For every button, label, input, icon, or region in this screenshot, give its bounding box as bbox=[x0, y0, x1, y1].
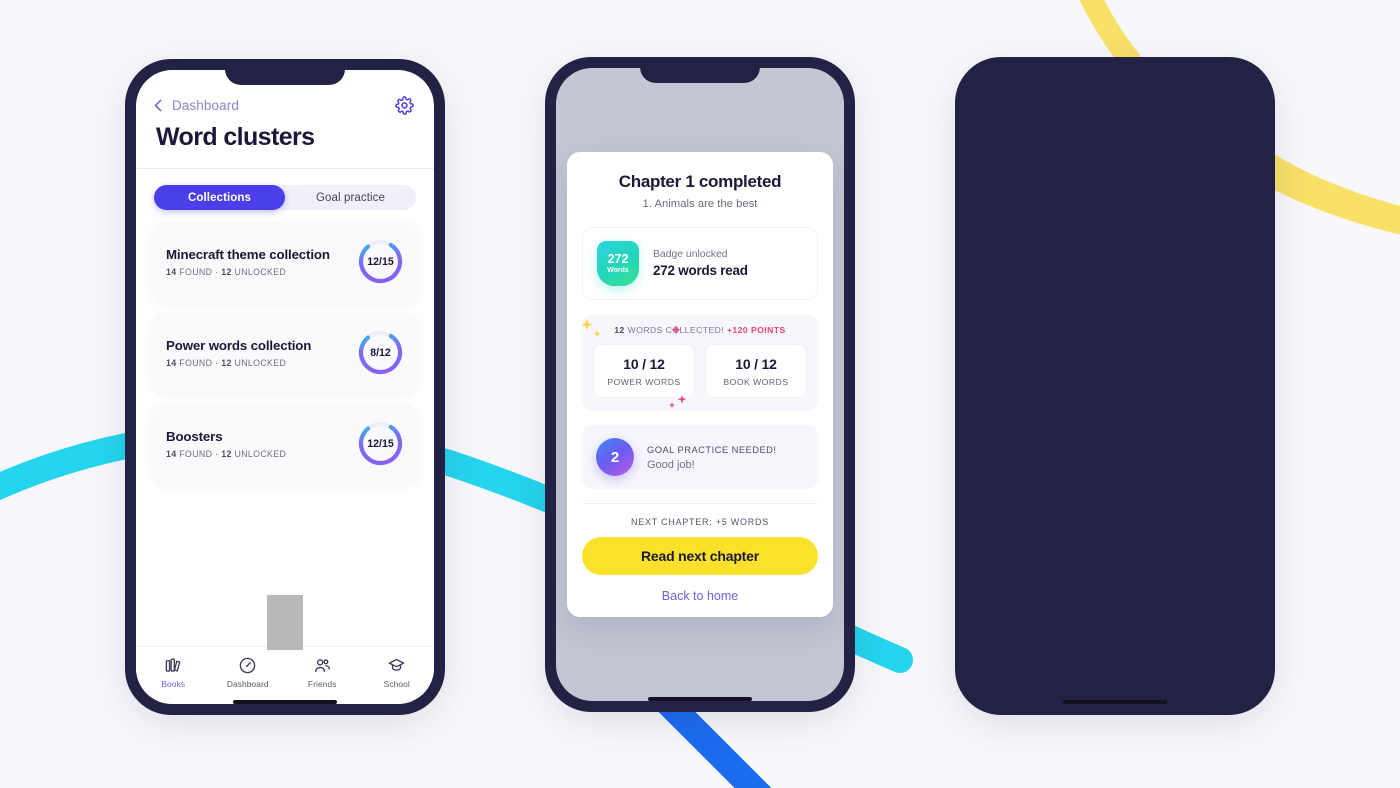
tabbar-label: Dashboard bbox=[226, 679, 269, 689]
next-chapter-note: NEXT CHAPTER: +5 WORDS bbox=[630, 517, 770, 527]
chevron-left-icon bbox=[154, 99, 167, 112]
progress-ring: 12/15 bbox=[357, 420, 404, 467]
stat-book-words: 10 / 12 BOOK WORDS bbox=[705, 344, 807, 398]
progress-ring: 12/15 bbox=[357, 238, 404, 285]
list-item[interactable]: Boosters 14 FOUND · 12 UNLOCKED 12/15 bbox=[152, 404, 418, 483]
found-count: 14 bbox=[166, 266, 177, 277]
stat-label: POWER WORDS bbox=[607, 377, 681, 387]
badge-unlocked-panel: 272 Words Badge unlocked 272 words read bbox=[582, 227, 818, 300]
tabbar-item-dashboard[interactable]: Dashboard bbox=[221, 656, 275, 689]
stat-value: 10 / 12 bbox=[623, 356, 665, 372]
tabbar-item-friends[interactable]: Friends bbox=[295, 656, 349, 689]
tabbar-item-school[interactable]: School bbox=[370, 656, 424, 689]
stat-value: 10 / 12 bbox=[735, 356, 777, 372]
unlocked-count: 12 bbox=[221, 357, 232, 368]
phone-mock-chapter-completed: Chapter 1 completed 1. Animals are the b… bbox=[545, 57, 855, 712]
collection-meta: 14 FOUND · 12 UNLOCKED bbox=[166, 449, 286, 459]
words-collected-panel: 12 WORDS COLLECTED! +120 POINTS 10 / 12 … bbox=[581, 314, 818, 411]
goal-practice-panel: 2 GOAL PRACTICE NEEDED! Good job! bbox=[582, 425, 818, 489]
chapter-title: Chapter 1 completed bbox=[618, 172, 782, 191]
words-collected-headline: 12 WORDS COLLECTED! +120 POINTS bbox=[593, 325, 807, 335]
goal-count-badge: 2 bbox=[596, 438, 634, 476]
words-badge-icon: 272 Words bbox=[597, 241, 639, 286]
read-next-chapter-button[interactable]: Read next chapter bbox=[582, 537, 818, 575]
list-item[interactable]: Minecraft theme collection 14 FOUND · 12… bbox=[152, 222, 418, 301]
phone2-notch bbox=[640, 57, 760, 83]
card-divider bbox=[582, 503, 818, 504]
phone-mock-word-clusters: Dashboard Word clusters Collections Goal… bbox=[125, 59, 445, 715]
people-icon bbox=[314, 659, 330, 673]
tabbar-item-books[interactable]: Books bbox=[146, 656, 200, 689]
unlocked-label: UNLOCKED bbox=[234, 266, 287, 277]
found-count: 14 bbox=[166, 357, 177, 368]
tabbar-label: Books bbox=[161, 679, 186, 689]
found-count: 14 bbox=[166, 448, 177, 459]
gear-icon[interactable] bbox=[395, 96, 414, 115]
tab-goal-practice[interactable]: Goal practice bbox=[285, 185, 416, 210]
found-label: FOUND bbox=[179, 448, 213, 459]
back-label: Dashboard bbox=[172, 98, 239, 113]
meta-separator: · bbox=[215, 266, 219, 277]
phone1-home-indicator bbox=[233, 700, 337, 704]
back-to-dashboard-button[interactable]: Dashboard bbox=[154, 98, 239, 113]
collection-meta: 14 FOUND · 12 UNLOCKED bbox=[166, 267, 330, 277]
tab-group: Collections Goal practice bbox=[154, 185, 416, 210]
badge-shield-number: 272 bbox=[607, 251, 629, 266]
chapter-complete-card: Chapter 1 completed 1. Animals are the b… bbox=[567, 152, 833, 617]
collection-meta: 14 FOUND · 12 UNLOCKED bbox=[166, 358, 311, 368]
back-to-home-link[interactable]: Back to home bbox=[567, 589, 833, 603]
word-stats-grid: 10 / 12 POWER WORDS 10 / 12 BOOK WORDS bbox=[593, 344, 807, 398]
badge-shield-unit: Words bbox=[607, 267, 629, 275]
words-collected-text: WORDS COLLECTED! bbox=[624, 325, 727, 335]
goal-subtext: Good job! bbox=[647, 458, 695, 471]
unlocked-count: 12 bbox=[221, 266, 232, 277]
gauge-icon bbox=[239, 657, 256, 674]
badge-caption: Badge unlocked bbox=[653, 249, 728, 260]
screenshot-stage: Dashboard Word clusters Collections Goal… bbox=[0, 0, 1400, 788]
stat-power-words: 10 / 12 POWER WORDS bbox=[593, 344, 695, 398]
meta-separator: · bbox=[215, 357, 219, 368]
chapter-subtitle: 1. Animals are the best bbox=[642, 198, 758, 210]
bottom-tabbar: Books Dashboard Friends School bbox=[136, 646, 434, 704]
progress-ring: 8/12 bbox=[357, 329, 404, 376]
books-icon bbox=[165, 658, 181, 672]
stat-label: BOOK WORDS bbox=[723, 377, 789, 387]
page-title: Word clusters bbox=[156, 123, 315, 151]
unlocked-label: UNLOCKED bbox=[234, 448, 287, 459]
found-label: FOUND bbox=[179, 266, 213, 277]
words-collected-count: 12 bbox=[614, 325, 625, 335]
unlocked-count: 12 bbox=[221, 448, 232, 459]
collection-name: Minecraft theme collection bbox=[166, 246, 330, 262]
badge-main-text: 272 words read bbox=[653, 263, 748, 278]
phone3-home-indicator bbox=[1063, 700, 1167, 704]
tab-collections[interactable]: Collections bbox=[154, 185, 285, 210]
phone1-screen: Dashboard Word clusters Collections Goal… bbox=[136, 70, 434, 704]
progress-label: 12/15 bbox=[367, 437, 394, 450]
placeholder-overlay-block bbox=[267, 595, 303, 650]
tabbar-label: Friends bbox=[307, 679, 337, 689]
phone2-home-indicator bbox=[648, 697, 752, 701]
points-earned: +120 POINTS bbox=[726, 325, 786, 335]
phone-mock-goal-practise: Goal practise Pronounce the word three t… bbox=[955, 57, 1275, 715]
phone1-notch bbox=[225, 59, 345, 85]
found-label: FOUND bbox=[179, 357, 213, 368]
progress-label: 8/12 bbox=[370, 346, 391, 359]
phone3-notch bbox=[1055, 57, 1175, 83]
collection-name: Power words collection bbox=[166, 337, 312, 353]
list-item[interactable]: Power words collection 14 FOUND · 12 UNL… bbox=[152, 313, 418, 392]
collection-name: Boosters bbox=[166, 428, 223, 444]
header-divider bbox=[136, 168, 434, 169]
progress-label: 12/15 bbox=[367, 255, 394, 268]
tabbar-label: School bbox=[383, 679, 410, 689]
graduation-cap-icon bbox=[388, 658, 405, 671]
collections-list: Minecraft theme collection 14 FOUND · 12… bbox=[136, 210, 434, 483]
goal-caption: GOAL PRACTICE NEEDED! bbox=[647, 443, 777, 455]
unlocked-label: UNLOCKED bbox=[234, 357, 287, 368]
phone2-screen: Chapter 1 completed 1. Animals are the b… bbox=[556, 68, 844, 701]
meta-separator: · bbox=[215, 448, 219, 459]
